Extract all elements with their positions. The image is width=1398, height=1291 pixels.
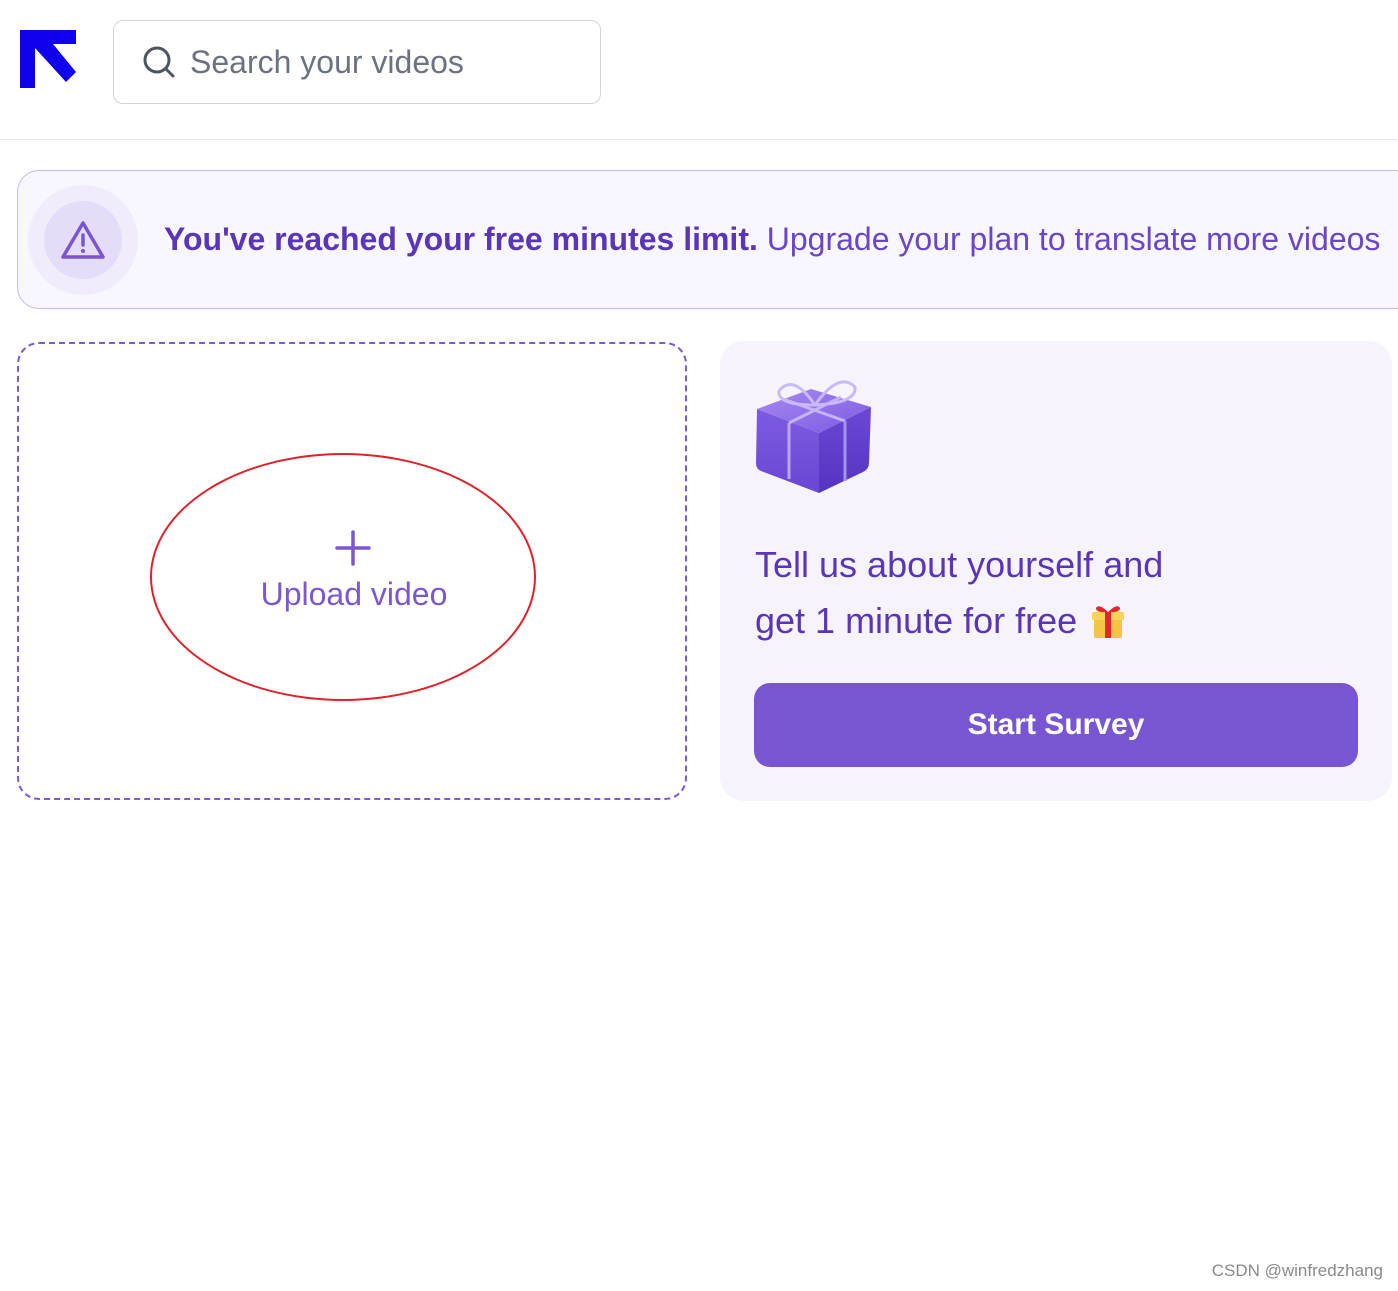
promo-line-2: get 1 minute for free xyxy=(755,600,1078,641)
search-icon xyxy=(143,46,175,78)
gift-emoji-icon xyxy=(1092,606,1125,638)
survey-promo-text: Tell us about yourself and get 1 minute … xyxy=(755,537,1355,649)
warning-badge xyxy=(28,185,138,295)
banner-upgrade-text[interactable]: Upgrade your plan to translate more vide… xyxy=(767,221,1381,257)
gift-box-illustration xyxy=(756,380,871,493)
banner-message: You've reached your free minutes limit. … xyxy=(164,219,1380,259)
logo-icon[interactable] xyxy=(20,30,76,88)
warning-triangle-icon xyxy=(61,221,105,259)
start-survey-button[interactable]: Start Survey xyxy=(754,683,1358,767)
survey-promo-card: Tell us about yourself and get 1 minute … xyxy=(720,341,1392,801)
page: You've reached your free minutes limit. … xyxy=(0,0,1398,1291)
promo-line-1: Tell us about yourself and xyxy=(755,544,1164,585)
banner-strong-text: You've reached your free minutes limit. xyxy=(164,221,758,257)
search-input[interactable] xyxy=(190,43,570,81)
watermark-text: CSDN @winfredzhang xyxy=(1211,1261,1383,1280)
upload-video-label[interactable]: Upload video xyxy=(19,576,689,613)
search-box[interactable] xyxy=(113,20,601,104)
plus-icon xyxy=(335,530,371,566)
top-header xyxy=(0,0,1398,140)
limit-warning-banner: You've reached your free minutes limit. … xyxy=(17,170,1398,309)
upload-video-dropzone[interactable]: Upload video xyxy=(17,342,687,800)
